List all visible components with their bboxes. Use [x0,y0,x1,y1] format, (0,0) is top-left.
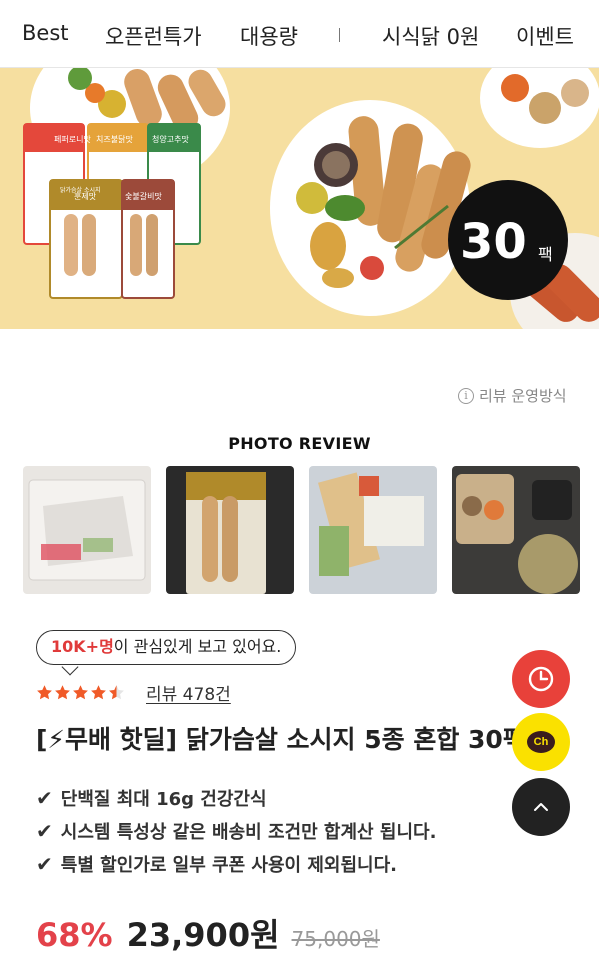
nav-item-best[interactable]: Best [22,21,69,45]
review-thumbnail[interactable] [452,466,580,594]
pack-count-badge: 30 [460,214,527,270]
pack-label-cheongyang: 청양고추맛 [152,134,189,144]
review-photo-1 [23,466,151,594]
review-thumbnail[interactable] [166,466,294,594]
recently-viewed-button[interactable] [512,650,570,708]
check-icon: ✔ [36,785,53,810]
review-photo-3 [309,466,437,594]
feature-text: 단백질 최대 16g 건강간식 [60,788,267,810]
top-category-nav: Best 오픈런특가 대용량 시식닭 0원 이벤트 [0,0,599,68]
check-icon: ✔ [36,818,53,843]
pack-label-product: 닭가슴살 소시지 [60,186,101,194]
star-half-icon [109,685,124,700]
interest-count: 10K+명 [51,637,114,656]
review-photo-4 [452,466,580,594]
review-photo-2 [166,466,294,594]
pack-label-pepperoni: 페퍼로니맛 [54,134,91,144]
check-icon: ✔ [36,851,53,876]
review-policy-link[interactable]: i 리뷰 운영방식 [458,385,567,406]
interest-bubble: 10K+명이 관심있게 보고 있어요. [36,630,297,665]
photo-review-title: PHOTO REVIEW [228,434,371,453]
product-title: [⚡무배 핫딜] 닭가슴살 소시지 5종 혼합 30팩 [36,725,516,754]
pack-label-cheese-buldak: 치즈불닭맛 [96,134,133,144]
pack-label-bbq: 숯불갈비맛 [125,191,162,201]
chevron-up-icon [534,803,548,811]
scroll-to-top-button[interactable] [512,778,570,836]
review-thumbnail[interactable] [23,466,151,594]
review-count-link[interactable]: 리뷰 478건 [146,680,231,705]
feature-list: ✔ 단백질 최대 16g 건강간식 ✔ 시스템 특성상 같은 배송비 조건만 합계산… [36,781,436,880]
nav-divider [339,28,340,42]
price-row: 68% 23,900원 75,000원 [36,910,380,956]
nav-item-free-tasting[interactable]: 시식닭 0원 [382,21,479,51]
nav-item-open-run-sale[interactable]: 오픈런특가 [105,21,202,51]
info-icon: i [458,387,474,404]
feature-text: 시스템 특성상 같은 배송비 조건만 합계산 됩니다. [60,821,437,843]
banner-illustration: 페퍼로니맛 치즈불닭맛 청양고추맛 훈제맛 숯불갈비맛 닭가슴살 소시지 30 … [0,68,599,329]
discount-rate: 68% [36,916,113,954]
review-thumbnail[interactable] [309,466,437,594]
pack-count-unit: 팩 [538,245,553,264]
feature-item: ✔ 특별 할인가로 일부 쿠폰 사용이 제외됩니다. [36,847,436,880]
kakao-chat-button[interactable]: Ch [512,713,570,771]
clock-icon [528,666,554,692]
rating-row: 리뷰 478건 [36,680,231,705]
nav-item-bulk[interactable]: 대용량 [240,21,298,51]
sale-price: 23,900원 [126,916,280,954]
star-icon [55,685,70,700]
nav-item-event[interactable]: 이벤트 [516,21,574,51]
interest-text: 이 관심있게 보고 있어요. [113,637,282,656]
original-price: 75,000원 [291,927,380,951]
star-icon [91,685,106,700]
feature-text: 특별 할인가로 일부 쿠폰 사용이 제외됩니다. [60,854,398,876]
feature-item: ✔ 단백질 최대 16g 건강간식 [36,781,436,814]
star-icon [73,685,88,700]
product-banner-image[interactable]: 페퍼로니맛 치즈불닭맛 청양고추맛 훈제맛 숯불갈비맛 닭가슴살 소시지 30 … [0,68,599,329]
star-rating [36,684,126,701]
kakao-channel-icon: Ch [527,731,555,753]
review-policy-label: 리뷰 운영방식 [479,387,567,405]
star-icon [37,685,52,700]
feature-item: ✔ 시스템 특성상 같은 배송비 조건만 합계산 됩니다. [36,814,436,847]
